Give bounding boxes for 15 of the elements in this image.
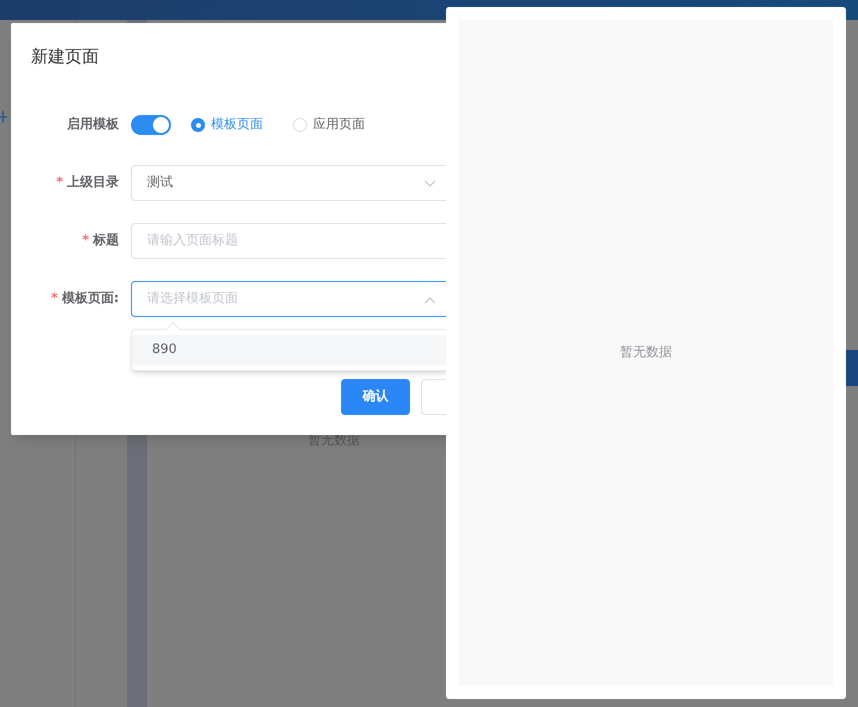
field-label: 标题 bbox=[93, 232, 119, 250]
radio-option[interactable]: 模板页面 bbox=[191, 115, 263, 135]
dialog-title: 新建页面 bbox=[31, 46, 99, 69]
required-mark: * bbox=[82, 232, 89, 250]
required-mark: * bbox=[50, 290, 58, 308]
toggle-switch[interactable] bbox=[131, 115, 171, 135]
empty-text: 暂无数据 bbox=[620, 344, 672, 362]
plus-icon bbox=[0, 111, 8, 123]
field-label: 上级目录 bbox=[67, 174, 119, 192]
required-mark: * bbox=[56, 174, 63, 192]
select-field[interactable]: 测试 bbox=[131, 165, 449, 201]
field-label: 模板页面: bbox=[62, 290, 119, 308]
radio-option[interactable]: 应用页面 bbox=[293, 115, 365, 135]
confirm-button[interactable]: 确认 bbox=[341, 379, 410, 415]
field-label: 启用模板 bbox=[67, 116, 119, 134]
